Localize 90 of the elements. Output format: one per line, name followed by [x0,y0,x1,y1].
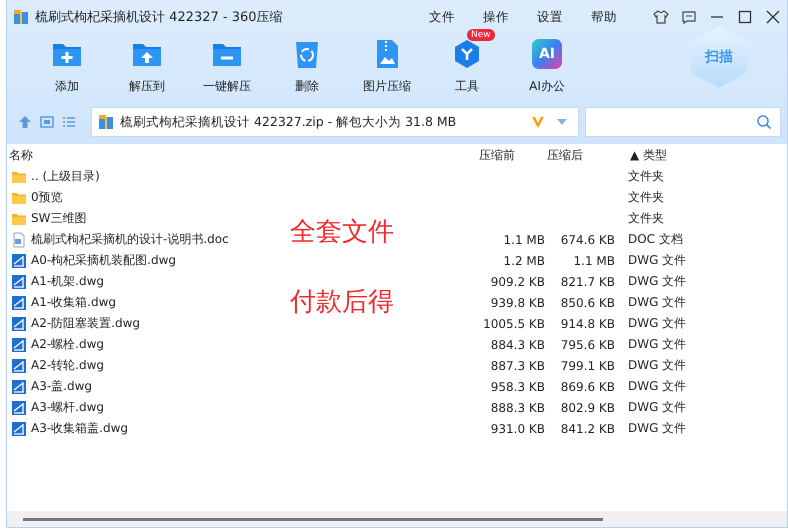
search-icon [756,114,772,130]
file-name[interactable]: 梳刷式枸杞采摘机的设计-说明书.doc [31,231,229,248]
table-cell: DWG 文件 [628,358,686,372]
overlay-text: 付款后得 [290,286,394,319]
drawing-file-icon [11,274,27,290]
table-cell: 1005.5 KB [483,316,545,330]
file-name[interactable]: A2-防阻塞装置.dwg [31,315,140,332]
table-cell: DWG 文件 [628,400,686,414]
search-field[interactable] [585,107,781,137]
drawing-file-icon [11,336,27,352]
table-cell: 888.3 KB [490,400,545,414]
menu-item[interactable]: 设置 [537,8,563,26]
document-icon [11,232,27,248]
drawing-file-icon [11,420,27,436]
path-field[interactable]: 梳刷式枸杞采摘机设计 422327.zip - 解包大小为 31.8 MB [91,107,579,137]
file-name[interactable]: A1-机架.dwg [31,273,104,290]
table-cell: 802.9 KB [560,400,615,414]
table-cell: DWG 文件 [628,379,686,393]
drawing-file-icon [11,294,27,310]
table-cell: 841.2 KB [560,422,615,436]
table-cell: 799.1 KB [560,358,615,372]
table-cell: 914.8 KB [560,316,615,330]
table-cell: DWG 文件 [628,253,686,267]
file-name[interactable]: SW三维图 [31,210,86,227]
file-name[interactable]: A3-盖.dwg [31,378,92,395]
thumbnail-view-icon[interactable] [39,114,55,130]
v-logo-icon[interactable] [530,114,546,130]
toolbar-button[interactable]: 解压到 [107,26,187,95]
toolbar-button[interactable]: New 工具 [427,26,507,95]
overlay-text: 全套文件 [290,216,394,249]
table-cell: DOC 文档 [628,232,683,246]
close-icon[interactable] [765,9,781,25]
file-name[interactable]: A1-收集箱.dwg [31,294,116,311]
table-cell: 文件夹 [628,211,664,225]
table-cell: 869.6 KB [560,380,615,394]
table-cell: 文件夹 [628,190,664,204]
column-header[interactable]: ▲ 类型 [617,146,668,164]
ai-icon: AI [532,39,562,69]
table-cell: 887.3 KB [490,358,545,372]
table-cell: DWG 文件 [628,421,686,435]
table-cell: 850.6 KB [560,296,615,310]
table-cell: 674.6 KB [560,232,615,246]
table-cell: 文件夹 [628,169,664,183]
archive-icon [13,9,29,25]
file-name[interactable]: A3-螺杆.dwg [31,399,104,416]
table-cell: DWG 文件 [628,274,686,288]
table-cell: 931.0 KB [490,422,545,436]
table-cell: 795.6 KB [560,338,615,352]
drawing-file-icon [11,358,27,374]
menu-item[interactable]: 文件 [429,8,455,26]
table-cell: 939.8 KB [490,296,545,310]
column-header[interactable]: 压缩前 [479,146,547,164]
drawing-file-icon [11,378,27,394]
table-cell: 884.3 KB [490,338,545,352]
scrollbar-thumb[interactable] [23,518,603,520]
file-name[interactable]: A2-螺栓.dwg [31,336,104,353]
table-cell: 821.7 KB [560,274,615,288]
table-cell: 1.1 MB [574,254,615,268]
table-cell: DWG 文件 [628,337,686,351]
menu-item[interactable]: 帮助 [591,8,617,26]
table-cell: 909.2 KB [490,274,545,288]
table-cell: 958.3 KB [490,380,545,394]
column-header[interactable]: 压缩后 [547,146,617,164]
file-name[interactable]: A0-枸杞采摘机装配图.dwg [31,252,176,269]
up-arrow-icon[interactable] [17,114,33,130]
file-name[interactable]: .. (上级目录) [31,168,100,185]
new-badge: New [467,29,495,41]
table-cell: DWG 文件 [628,316,686,330]
dropdown-caret-icon[interactable] [556,118,568,126]
toolbar-button[interactable]: 删除 [267,26,347,95]
archive-icon [98,114,114,130]
maximize-icon[interactable] [737,9,753,25]
toolbar-button[interactable]: 一键解压 [187,26,267,95]
file-name[interactable]: A2-转轮.dwg [31,357,104,374]
toolbar-button[interactable]: 图片压缩 [347,26,427,95]
table-cell: 1.1 MB [504,232,545,246]
message-icon[interactable] [681,9,697,25]
table-cell: 1.2 MB [504,254,545,268]
shirt-icon[interactable] [653,9,669,25]
table-cell: DWG 文件 [628,295,686,309]
drawing-file-icon [11,316,27,332]
file-name[interactable]: 0预览 [31,189,63,206]
column-header[interactable]: 名称 [7,146,479,164]
toolbar-button[interactable]: 添加 [27,26,107,95]
window-title: 梳刷式枸杞采摘机设计 422327 - 360压缩 [35,9,283,26]
toolbar-button[interactable]: AI AI办公 [507,26,587,95]
drawing-file-icon [11,400,27,416]
drawing-file-icon [11,252,27,268]
file-name[interactable]: A3-收集箱盖.dwg [31,420,128,437]
menu-item[interactable]: 操作 [483,8,509,26]
